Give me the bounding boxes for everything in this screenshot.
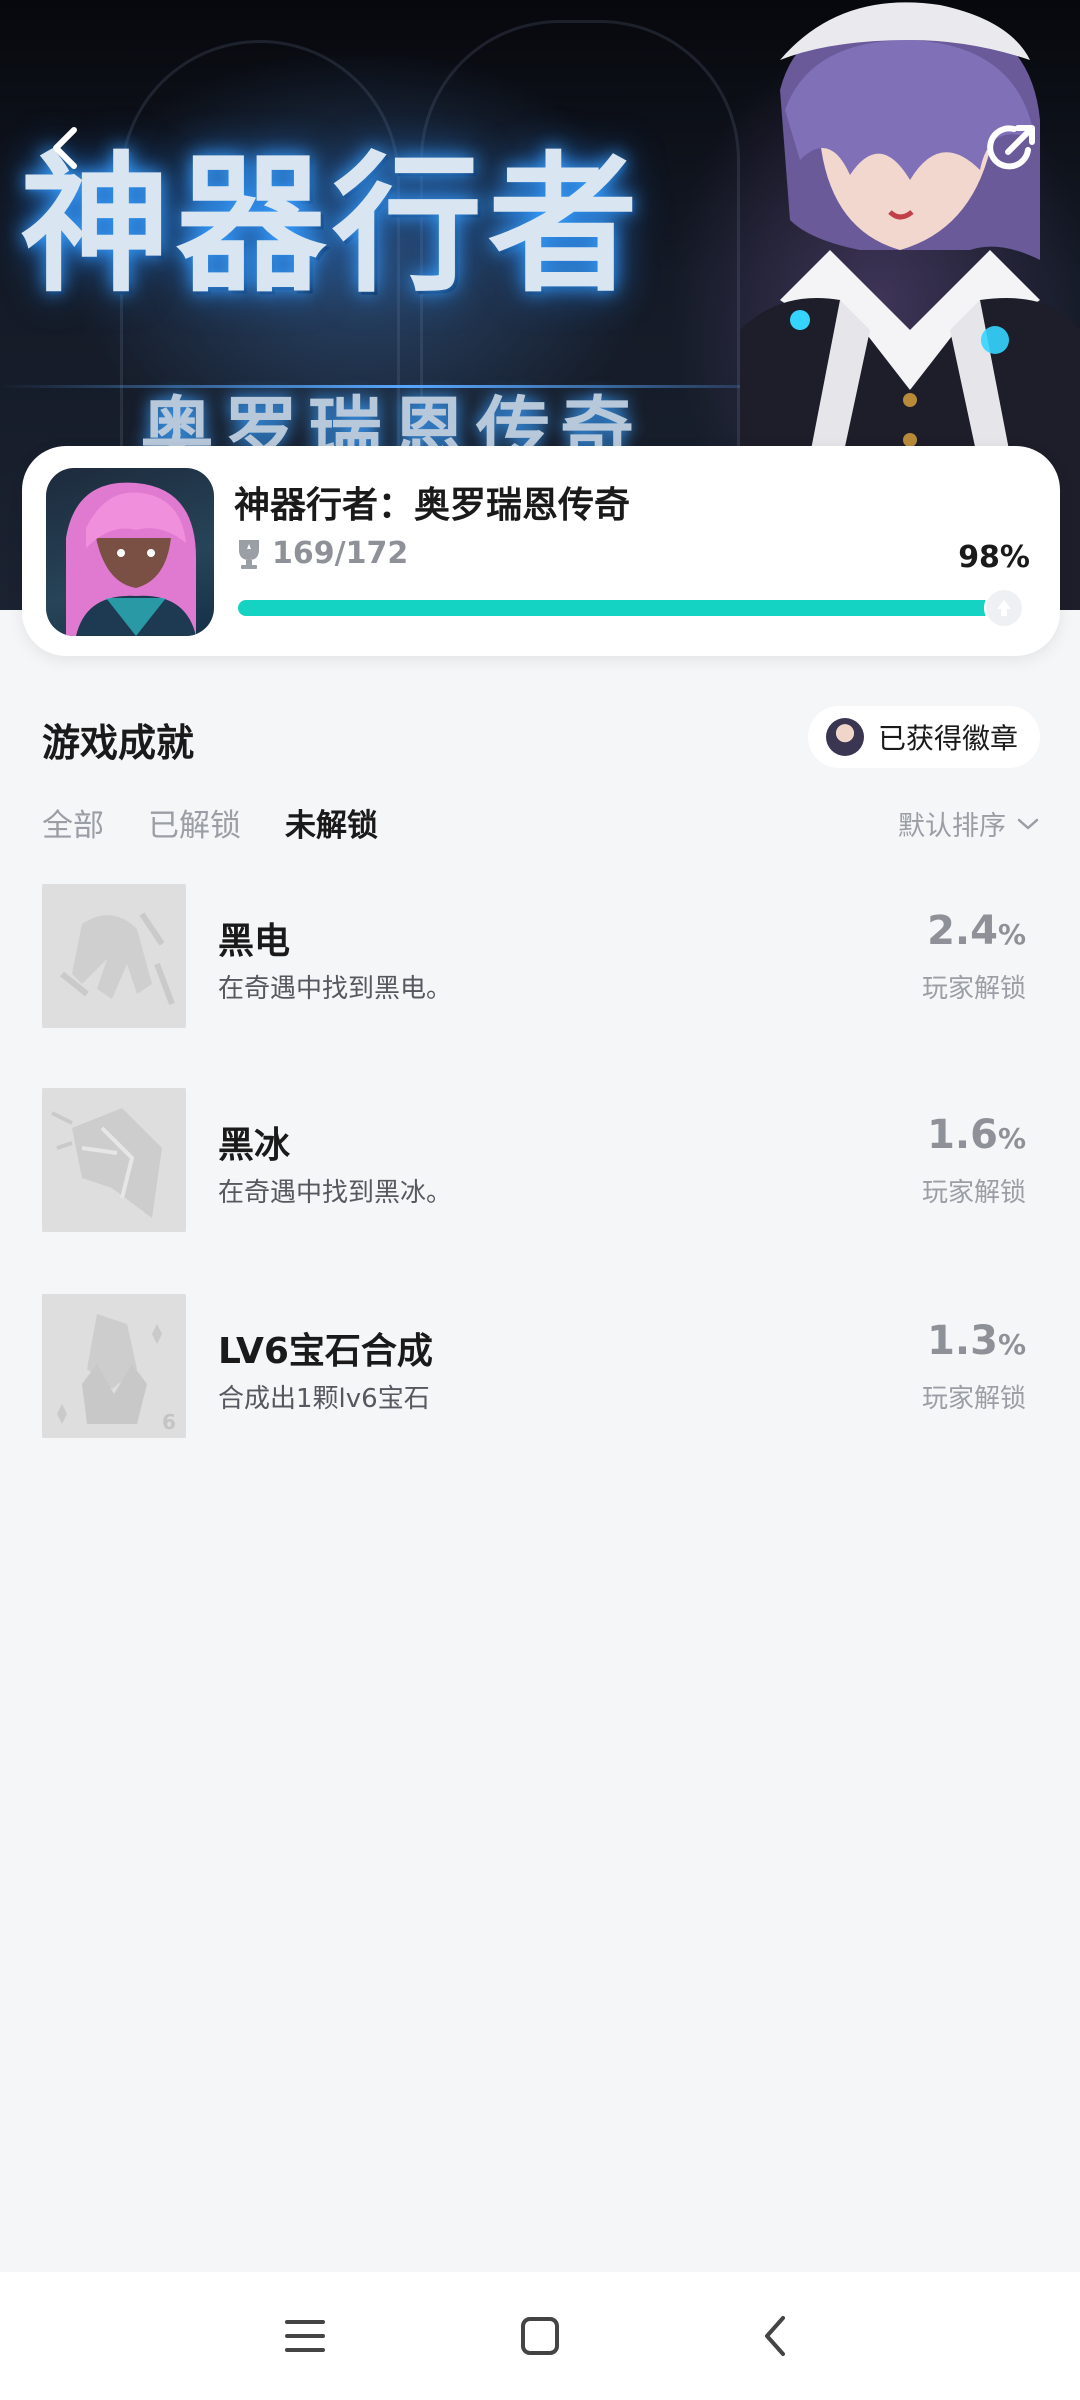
back-arrow-icon bbox=[765, 2316, 785, 2356]
svg-text:6: 6 bbox=[162, 1410, 176, 1434]
share-button[interactable] bbox=[972, 108, 1052, 188]
badge-avatar-icon bbox=[825, 718, 864, 756]
achievement-unlock-rate-value: 1.3 bbox=[927, 1318, 998, 1364]
achievement-title: 黑冰 bbox=[218, 1125, 291, 1166]
earned-badges-label: 已获得徽章 bbox=[877, 722, 1018, 755]
achievement-unlock-rate: 1.3% bbox=[927, 1318, 1026, 1364]
achievement-item[interactable]: 6 LV6宝石合成 合成出1颗lv6宝石 1.3% 玩家解锁 bbox=[42, 1294, 1042, 1438]
achievement-item[interactable]: 黑电 在奇遇中找到黑电。 2.4% 玩家解锁 bbox=[42, 884, 1042, 1028]
achievement-unlock-rate: 2.4% bbox=[927, 908, 1026, 954]
game-cover-art bbox=[66, 482, 196, 636]
game-avatar bbox=[46, 468, 214, 636]
achievement-unlock-label: 玩家解锁 bbox=[921, 1178, 1026, 1208]
recent-apps-button[interactable] bbox=[275, 2306, 335, 2366]
game-summary-card[interactable]: 神器行者：奥罗瑞恩传奇 169/172 98% bbox=[22, 446, 1060, 656]
achievement-description: 合成出1颗lv6宝石 bbox=[218, 1384, 430, 1414]
game-title: 神器行者：奥罗瑞恩传奇 bbox=[234, 485, 631, 526]
chevron-down-icon bbox=[1017, 818, 1039, 829]
tab-unlocked[interactable]: 已解锁 bbox=[148, 800, 241, 845]
banner-title: 神器行者 bbox=[20, 137, 645, 313]
achievement-title: 黑电 bbox=[218, 921, 291, 962]
system-back-button[interactable] bbox=[745, 2306, 805, 2366]
completion-percent: 98% bbox=[958, 540, 1030, 575]
progress-end-marker bbox=[984, 588, 1024, 628]
achievement-unlock-rate: 1.6% bbox=[927, 1112, 1026, 1158]
achievement-unlock-rate-value: 1.6 bbox=[927, 1112, 998, 1158]
system-navigation-bar bbox=[0, 2272, 1080, 2400]
share-icon bbox=[987, 125, 1035, 170]
section-title: 游戏成就 bbox=[42, 721, 195, 765]
tab-locked[interactable]: 未解锁 bbox=[285, 800, 378, 845]
sort-label: 默认排序 bbox=[898, 811, 1006, 842]
trophy-icon bbox=[239, 539, 259, 569]
achievement-filter-tabs: 全部 已解锁 未解锁 bbox=[42, 800, 422, 845]
completion-progress-fill bbox=[238, 600, 993, 616]
gem-lv6-icon: 6 bbox=[42, 1294, 186, 1438]
menu-icon bbox=[285, 2320, 325, 2352]
achievement-unlock-label: 玩家解锁 bbox=[921, 974, 1026, 1004]
banner-divider bbox=[0, 385, 820, 388]
black-lightning-icon bbox=[42, 884, 186, 1028]
trophy-count: 169/172 bbox=[272, 536, 409, 571]
trophy-progress: 169/172 bbox=[236, 536, 408, 571]
achievement-image: 6 bbox=[42, 1294, 186, 1438]
percent-unit: % bbox=[997, 918, 1026, 951]
completion-progress-bar bbox=[238, 600, 1008, 616]
achievement-unlock-label: 玩家解锁 bbox=[921, 1384, 1026, 1414]
back-button[interactable] bbox=[26, 108, 106, 188]
chevron-left-icon bbox=[53, 127, 77, 169]
home-button[interactable] bbox=[510, 2306, 570, 2366]
percent-unit: % bbox=[997, 1328, 1026, 1361]
achievement-description: 在奇遇中找到黑电。 bbox=[218, 974, 453, 1004]
home-square-icon bbox=[521, 2317, 559, 2355]
percent-unit: % bbox=[997, 1122, 1026, 1155]
black-ice-icon bbox=[42, 1088, 186, 1232]
achievement-image bbox=[42, 1088, 186, 1232]
upload-arrow-icon bbox=[997, 600, 1011, 616]
achievement-title: LV6宝石合成 bbox=[218, 1331, 433, 1372]
achievement-item[interactable]: 黑冰 在奇遇中找到黑冰。 1.6% 玩家解锁 bbox=[42, 1088, 1042, 1232]
achievement-image bbox=[42, 884, 186, 1028]
achievement-description: 在奇遇中找到黑冰。 bbox=[218, 1178, 453, 1208]
earned-badges-button[interactable]: 已获得徽章 bbox=[807, 706, 1040, 768]
sort-dropdown[interactable]: 默认排序 bbox=[898, 804, 1040, 843]
achievement-unlock-rate-value: 2.4 bbox=[927, 908, 998, 954]
tab-all[interactable]: 全部 bbox=[42, 800, 104, 845]
